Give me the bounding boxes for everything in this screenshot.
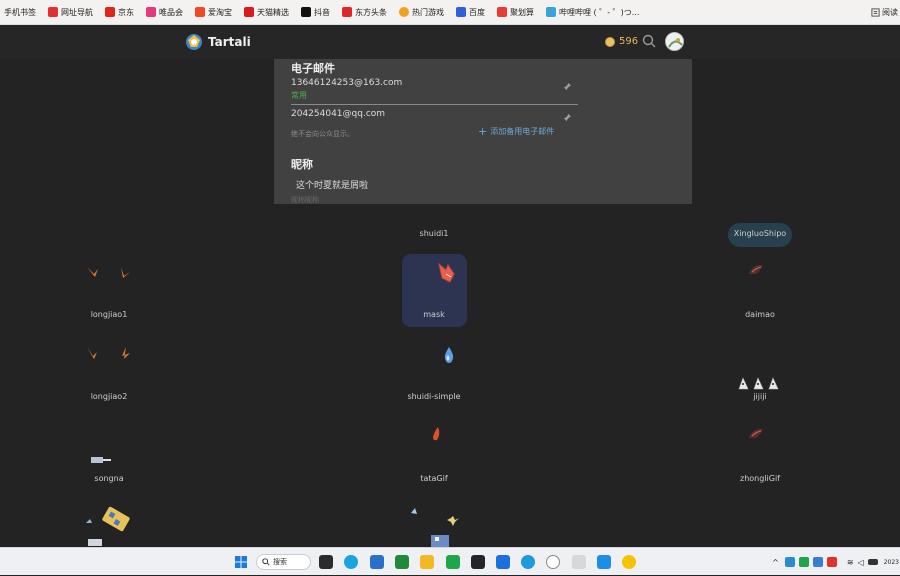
bookmark-item[interactable]: 东方头条 xyxy=(342,7,387,18)
app-icon-blue[interactable] xyxy=(496,555,510,569)
game-app-icon[interactable] xyxy=(572,555,586,569)
sticker-label-shuidi-simple[interactable]: shuidi-simple xyxy=(374,392,494,401)
windows-taskbar: 搜索 ^ ≋ ◁ 2023 xyxy=(0,547,900,575)
taskbar-search-box[interactable]: 搜索 xyxy=(256,554,311,570)
wifi-icon[interactable]: ≋ xyxy=(847,558,854,567)
app-icon-yellow[interactable] xyxy=(622,555,636,569)
sticker-label-jijiji[interactable]: jijiji xyxy=(700,392,820,401)
sticker-mask[interactable] xyxy=(436,262,456,284)
site-header: Tartali 596 xyxy=(0,25,900,59)
bookmark-item[interactable]: 抖音 xyxy=(301,7,330,18)
search-icon[interactable] xyxy=(642,34,656,48)
bookmark-item[interactable]: 爱淘宝 xyxy=(195,7,232,18)
bookmark-icon xyxy=(456,7,466,17)
bookmark-item[interactable]: 天猫精选 xyxy=(244,7,289,18)
sticker-songna[interactable] xyxy=(90,455,112,465)
bookmark-item[interactable]: 唯品会 xyxy=(146,7,183,18)
sticker-label-longjiao2[interactable]: longjiao2 xyxy=(49,392,169,401)
tray-app-icon[interactable] xyxy=(812,557,823,567)
chevron-up-icon[interactable]: ^ xyxy=(772,558,779,567)
bookmark-item[interactable]: 网址导航 xyxy=(48,7,93,18)
sticker-label-shuidi1[interactable]: shuidi1 xyxy=(374,229,494,238)
sticker-label-songna[interactable]: songna xyxy=(49,474,169,483)
bookmark-item[interactable]: 聚划算 xyxy=(497,7,534,18)
sticker-label-tatagif[interactable]: tataGif xyxy=(374,474,494,483)
coin-balance[interactable]: 596 xyxy=(605,36,638,47)
sticker-label-zhongligif[interactable]: zhongliGif xyxy=(700,474,820,483)
backup-email: 204254041@qq.com xyxy=(291,109,386,119)
email-divider xyxy=(291,104,578,105)
file-explorer-icon[interactable] xyxy=(420,555,434,569)
nickname-section-title: 昵称 xyxy=(291,158,313,171)
app-icon-arrow[interactable] xyxy=(597,555,611,569)
sticker-jijiji[interactable] xyxy=(738,376,783,390)
windows-start-icon[interactable] xyxy=(234,555,248,569)
tray-app-icon[interactable] xyxy=(784,557,795,567)
xbox-icon[interactable] xyxy=(395,555,409,569)
add-backup-email-link[interactable]: + 添加备用电子邮件 xyxy=(478,126,554,137)
edge-browser-icon[interactable] xyxy=(344,555,358,569)
bookmark-item[interactable]: 热门游戏 xyxy=(399,7,444,18)
sticker-partial-left[interactable] xyxy=(84,505,136,547)
store-icon[interactable] xyxy=(370,555,384,569)
task-view-icon[interactable] xyxy=(319,555,333,569)
account-settings-panel: 电子邮件 13646124253@163.com 常用 204254041@qq… xyxy=(274,59,692,204)
bookmark-icon xyxy=(546,7,556,17)
sticker-label-mask[interactable]: mask xyxy=(374,310,494,319)
bookmark-icon xyxy=(301,7,311,17)
bookmark-item[interactable]: 京东 xyxy=(105,7,134,18)
sticker-longjiao1[interactable] xyxy=(84,264,134,282)
clock[interactable]: 2023 xyxy=(884,559,899,566)
bookmark-icon xyxy=(342,7,352,17)
bookmark-icon xyxy=(244,7,254,17)
email-section-title: 电子邮件 xyxy=(291,62,335,75)
nickname-value[interactable]: 这个时夏就是屑啦 xyxy=(296,178,368,191)
bookmark-icon xyxy=(497,7,507,17)
bookmark-icon xyxy=(48,7,58,17)
bookmark-item[interactable]: 百度 xyxy=(456,7,485,18)
pin-icon[interactable] xyxy=(563,113,572,122)
sticker-shuidi-simple[interactable] xyxy=(443,346,455,364)
app-icon-dark[interactable] xyxy=(471,555,485,569)
sticker-label-longjiao1[interactable]: longjiao1 xyxy=(49,310,169,319)
battery-icon[interactable] xyxy=(867,559,878,565)
bookmark-icon xyxy=(195,7,205,17)
privacy-note: 绝不会向公众显示。 xyxy=(291,130,354,138)
primary-email-tag: 常用 xyxy=(291,91,307,100)
plus-icon: + xyxy=(478,124,488,138)
bookmark-icon xyxy=(399,7,409,17)
bookmark-item[interactable]: 哔哩哔哩 ( ゜- ゜)つ... xyxy=(546,7,639,18)
speaker-icon[interactable]: ◁ xyxy=(858,558,864,567)
avatar-image-icon xyxy=(666,33,683,50)
tartali-logo-icon xyxy=(186,34,202,50)
sticker-partial-middle[interactable] xyxy=(409,505,461,547)
wechat-icon[interactable] xyxy=(446,555,460,569)
search-icon xyxy=(262,558,270,566)
bookmark-item[interactable]: 手机书签 xyxy=(4,7,36,18)
tray-app-icon[interactable] xyxy=(798,557,809,567)
nickname-hint: 昵称昵称 xyxy=(291,196,319,204)
bookmark-icon xyxy=(105,7,115,17)
sticker-label-xingluoshipo[interactable]: XingluoShipo xyxy=(700,229,820,238)
system-tray: ^ ≋ ◁ 2023 xyxy=(772,548,900,576)
site-logo[interactable]: Tartali xyxy=(184,32,251,52)
sticker-daimao[interactable] xyxy=(747,262,765,278)
primary-email: 13646124253@163.com xyxy=(291,78,403,88)
sticker-label-daimao[interactable]: daimao xyxy=(700,310,820,319)
book-icon xyxy=(871,8,880,17)
bookmark-icon xyxy=(146,7,156,17)
pin-icon[interactable] xyxy=(563,82,572,91)
sticker-zhongligif[interactable] xyxy=(747,426,765,442)
bookmarks-bar: 手机书签 网址导航 京东 唯品会 爱淘宝 天猫精选 抖音 东方头条 热门游戏 百… xyxy=(0,0,900,25)
chrome-icon[interactable] xyxy=(546,555,560,569)
coin-icon xyxy=(605,36,615,47)
reading-list-button[interactable]: 阅读 xyxy=(871,7,898,18)
user-avatar[interactable] xyxy=(665,32,684,51)
sticker-longjiao2[interactable] xyxy=(84,344,134,362)
tray-app-icon[interactable] xyxy=(826,557,837,567)
browser-icon[interactable] xyxy=(521,555,535,569)
sticker-tatagif[interactable] xyxy=(430,426,442,442)
